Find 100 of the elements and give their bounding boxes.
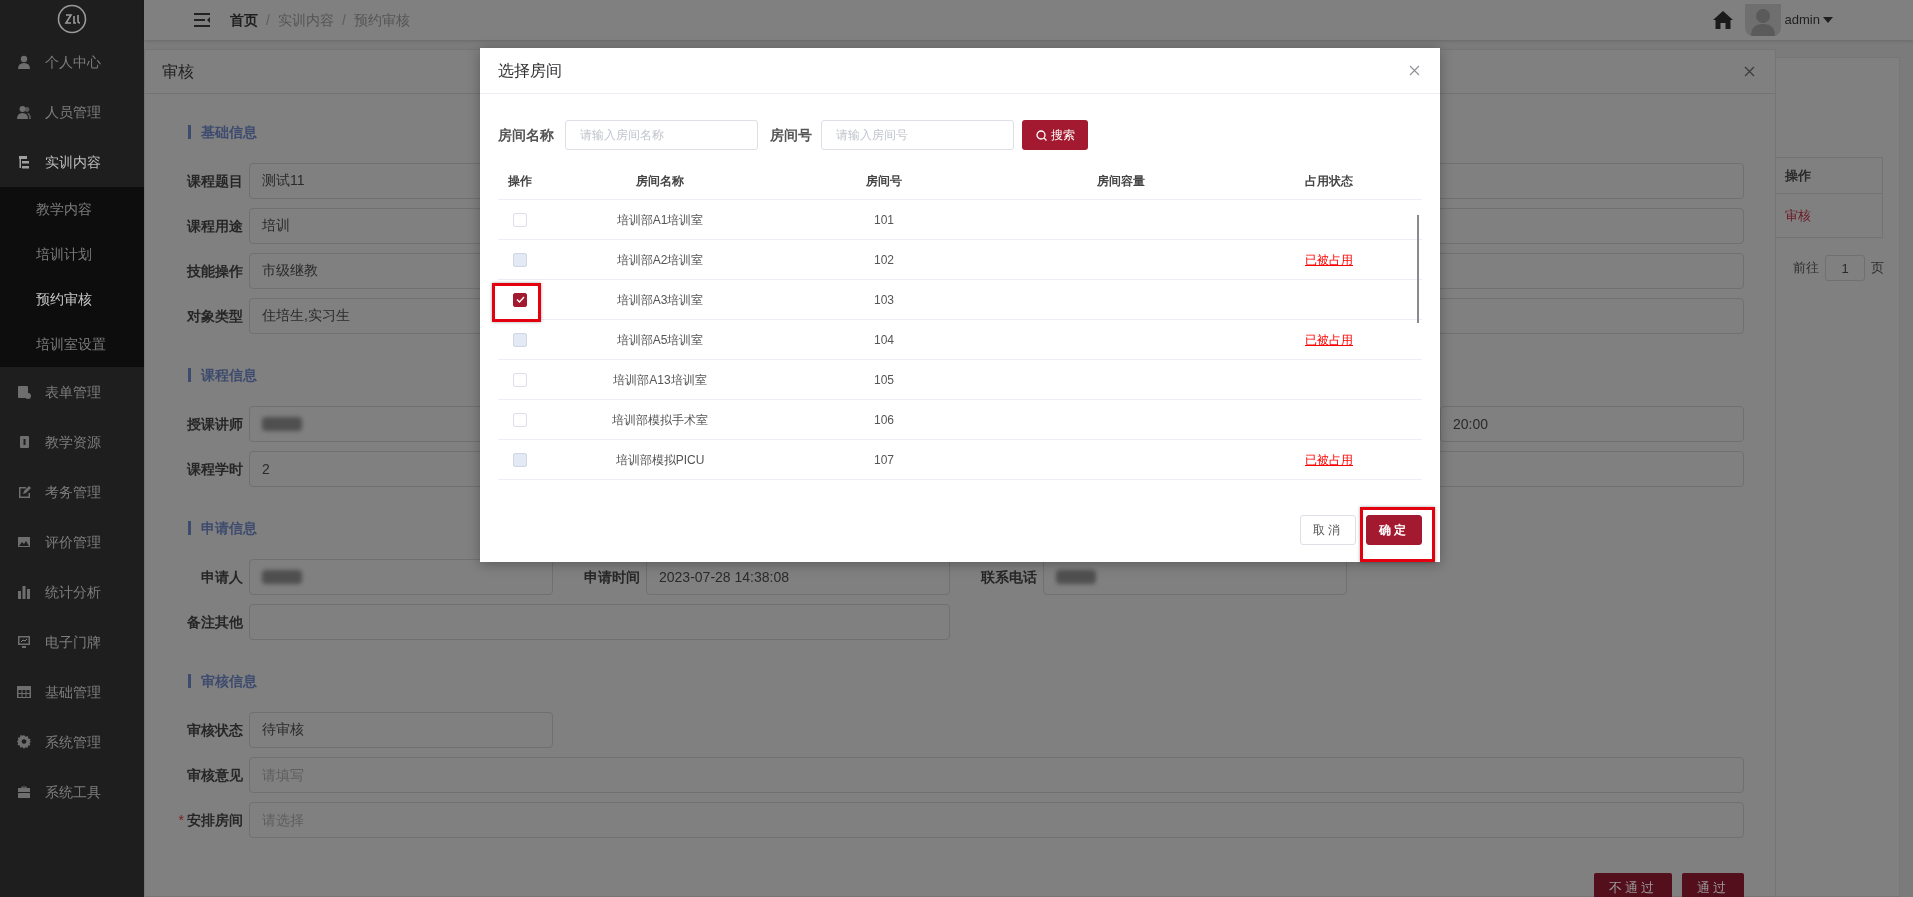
sidebar-item[interactable]: 基础管理 — [0, 667, 144, 717]
action-button[interactable]: 通过 — [1682, 873, 1744, 897]
close-icon[interactable] — [1744, 66, 1755, 77]
search-field[interactable]: 请输入房间名称 — [565, 120, 758, 150]
users-icon — [17, 105, 31, 119]
input-field[interactable]: 20:00 — [1440, 406, 1744, 442]
search-icon — [1035, 129, 1047, 141]
field-label: 对象类型 — [187, 306, 243, 326]
column-header: 房间名称 — [636, 173, 684, 190]
settings-icon — [17, 735, 31, 749]
picture-icon — [17, 535, 31, 549]
logo-icon — [57, 3, 87, 34]
close-icon[interactable] — [1409, 65, 1420, 76]
table-cell-text: 培训部A5培训室 — [616, 331, 704, 349]
field-label: 课程用途 — [187, 216, 243, 236]
search-field[interactable]: 请输入房间号 — [821, 120, 1014, 150]
table-cell-text: 培训部A13培训室 — [613, 371, 707, 389]
section-title: 基础信息 — [201, 122, 257, 142]
table-cell-text: 培训部A1培训室 — [616, 211, 704, 229]
search-button[interactable]: 搜索 — [1022, 120, 1088, 150]
user-icon — [17, 55, 31, 69]
user-menu[interactable]: admin — [1784, 10, 1833, 30]
page-input[interactable]: 1 — [1825, 255, 1865, 281]
sidebar-item[interactable]: 考务管理 — [0, 467, 144, 517]
field-label: 申请人 — [201, 567, 243, 587]
column-header: 操作 — [1785, 166, 1811, 185]
book-icon — [17, 435, 31, 449]
scrollbar-thumb[interactable] — [1417, 215, 1419, 323]
redacted-text — [262, 570, 302, 584]
home-icon[interactable] — [1712, 11, 1733, 29]
form-icon — [17, 385, 31, 399]
dialog-title: 选择房间 — [498, 60, 562, 81]
check-icon — [515, 296, 525, 303]
section-marker — [188, 125, 191, 139]
breadcrumb-separator: / — [341, 10, 346, 30]
section-title: 审核信息 — [201, 671, 257, 691]
field-label: 技能操作 — [187, 261, 243, 281]
column-header: 房间容量 — [1097, 173, 1145, 190]
redacted-text — [1056, 570, 1096, 584]
submenu-item[interactable]: 培训室设置 — [0, 322, 144, 367]
table-cell-text: 104 — [874, 331, 894, 349]
sidebar-item[interactable]: 教学资源 — [0, 417, 144, 467]
sidebar-item[interactable]: 系统管理 — [0, 717, 144, 767]
field-label: 申请时间 — [584, 567, 640, 587]
review-link[interactable]: 审核 — [1785, 205, 1811, 226]
table-cell-text: 培训部模拟手术室 — [612, 411, 708, 429]
dialog-title: 审核 — [162, 61, 194, 82]
table-cell-text: 培训部模拟PICU — [615, 451, 705, 469]
pagination-label: 页 — [1871, 259, 1884, 278]
sidebar-item[interactable]: 电子门牌 — [0, 617, 144, 667]
cancel-button[interactable]: 取消 — [1300, 515, 1356, 545]
section-marker — [188, 368, 191, 382]
avatar-icon[interactable] — [1744, 4, 1781, 36]
grid-icon — [17, 685, 31, 699]
filter-label: 房间号 — [770, 125, 812, 145]
section-marker — [188, 521, 191, 535]
input-field[interactable] — [249, 559, 553, 595]
submenu-item[interactable]: 培训计划 — [0, 232, 144, 277]
edit-icon — [17, 485, 31, 499]
caret-icon — [1823, 17, 1833, 23]
sidebar-item[interactable]: 个人中心 — [0, 37, 144, 87]
field-label: 备注其他 — [187, 612, 243, 632]
submenu-item[interactable]: 预约审核 — [0, 277, 144, 322]
sidebar-item[interactable]: 人员管理 — [0, 87, 144, 137]
confirm-button[interactable]: 确定 — [1366, 515, 1422, 545]
field-label: 审核意见 — [187, 765, 243, 785]
table-cell-text: 102 — [874, 251, 894, 269]
field-label: 安排房间 — [187, 810, 243, 830]
section-title: 申请信息 — [201, 518, 257, 538]
pagination-label: 前往 — [1793, 259, 1819, 278]
action-button[interactable]: 不通过 — [1594, 873, 1672, 897]
column-header: 占用状态 — [1305, 173, 1353, 190]
input-field[interactable]: 待审核 — [249, 712, 553, 748]
sidebar-item[interactable]: 系统工具 — [0, 767, 144, 817]
table-cell-text: 107 — [874, 451, 894, 469]
table-cell-text: 105 — [874, 371, 894, 389]
field-label: 课程学时 — [187, 459, 243, 479]
redacted-text — [262, 417, 302, 431]
submenu-item[interactable]: 教学内容 — [0, 187, 144, 232]
checkbox[interactable] — [513, 292, 527, 307]
table-cell-text: 103 — [874, 291, 894, 309]
field-label: 审核状态 — [187, 720, 243, 740]
breadcrumb-separator: / — [266, 10, 270, 30]
sidebar-item[interactable]: 评价管理 — [0, 517, 144, 567]
field-label: 联系电话 — [981, 567, 1037, 587]
menu-icon[interactable] — [194, 13, 210, 27]
table-cell-text: 培训部A2培训室 — [616, 251, 704, 269]
briefcase-icon — [17, 785, 31, 799]
table-cell-text: 101 — [874, 211, 894, 229]
field-label: 课程题目 — [187, 171, 243, 191]
sidebar-item[interactable]: 表单管理 — [0, 367, 144, 417]
table-cell-text: 培训部A3培训室 — [616, 291, 704, 309]
field-label: 授课讲师 — [187, 414, 243, 434]
monitor-icon — [17, 635, 31, 649]
sidebar-item[interactable]: 统计分析 — [0, 567, 144, 617]
sidebar-item[interactable]: 实训内容 — [0, 137, 144, 187]
column-header: 操作 — [508, 173, 532, 190]
breadcrumb-item[interactable]: 首页 — [230, 9, 258, 31]
bar-chart-icon — [17, 585, 31, 599]
section-marker — [188, 674, 191, 688]
